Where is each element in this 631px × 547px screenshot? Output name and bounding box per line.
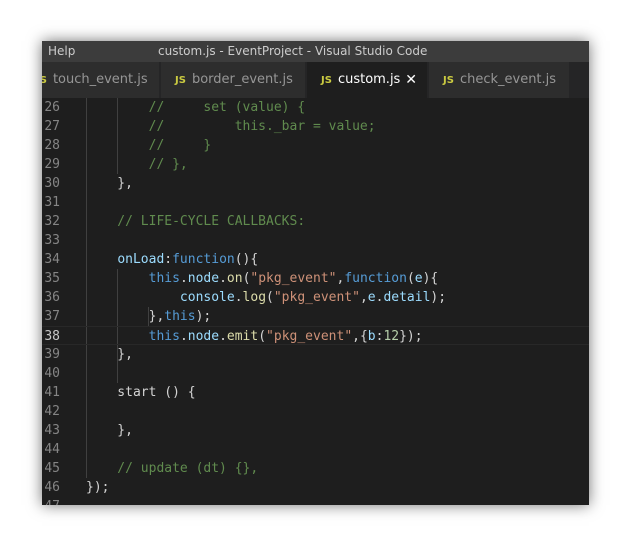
code-line: 28 // }	[42, 136, 589, 155]
line-text: },	[86, 423, 133, 438]
line-number: 30	[44, 176, 60, 191]
line-text: // LIFE-CYCLE CALLBACKS:	[86, 214, 306, 229]
line-text: // },	[86, 157, 188, 172]
js-file-icon: JS	[42, 75, 47, 86]
line-number: 34	[44, 252, 60, 267]
line-text: });	[86, 480, 110, 495]
line-text: onLoad:function(){	[117, 252, 259, 267]
line-number: 32	[44, 214, 60, 229]
code-editor[interactable]: 26 // set (value) { 27 // this._bar = va…	[42, 98, 589, 505]
code-line: 47	[42, 497, 589, 505]
code-line: 34 onLoad:function(){	[42, 250, 589, 269]
menu-help[interactable]: Help	[48, 41, 75, 62]
line-number: 33	[44, 233, 60, 248]
tab-check-event[interactable]: JS check_event.js	[429, 62, 570, 98]
line-number: 46	[44, 480, 60, 495]
code-line: 40	[42, 364, 589, 383]
line-number: 35	[44, 271, 60, 286]
code-line: 31	[42, 193, 589, 212]
code-line: 42	[42, 402, 589, 421]
js-file-icon: JS	[321, 75, 332, 86]
js-file-icon: JS	[443, 75, 454, 86]
line-text: this.node.emit("pkg_event",{b:12});	[148, 329, 423, 344]
line-number: 40	[44, 366, 60, 381]
line-number: 27	[44, 119, 60, 134]
line-number: 43	[44, 423, 60, 438]
code-line: 37 },this);	[42, 307, 589, 326]
line-number: 37	[44, 309, 60, 324]
line-number: 42	[44, 404, 60, 419]
code-line: 36 console.log("pkg_event",e.detail);	[42, 288, 589, 307]
code-line: 32 // LIFE-CYCLE CALLBACKS:	[42, 212, 589, 231]
code-line: 35 this.node.on("pkg_event",function(e){	[42, 269, 589, 288]
tab-custom[interactable]: JS custom.js ✕	[307, 62, 428, 98]
code-line: 41 start () {	[42, 383, 589, 402]
tab-border-event[interactable]: JS border_event.js	[161, 62, 306, 98]
line-text: // this._bar = value;	[86, 119, 376, 134]
code-line: 29 // },	[42, 155, 589, 174]
line-text: },	[86, 347, 133, 362]
line-number: 26	[44, 100, 60, 115]
line-number: 38	[44, 329, 60, 344]
title-bar: Help custom.js - EventProject - Visual S…	[42, 41, 589, 62]
vscode-window: Help custom.js - EventProject - Visual S…	[42, 41, 589, 505]
tab-label: custom.js	[337, 72, 401, 87]
line-text: start () {	[86, 385, 196, 400]
code-line-current: 38 this.node.emit("pkg_event",{b:12});	[42, 326, 589, 345]
code-line: 33	[42, 231, 589, 250]
code-line: 46});	[42, 478, 589, 497]
line-text: // set (value) {	[86, 100, 306, 115]
close-icon[interactable]: ✕	[405, 62, 417, 98]
line-text: },this);	[86, 309, 212, 324]
line-text: },	[86, 176, 133, 191]
line-number: 41	[44, 385, 60, 400]
line-text: // }	[86, 138, 212, 153]
line-text: console.log("pkg_event",e.detail);	[179, 290, 447, 305]
line-number: 29	[44, 157, 60, 172]
tab-label: border_event.js	[191, 72, 293, 87]
line-text: this.node.on("pkg_event",function(e){	[148, 271, 439, 286]
tab-bar: JS touch_event.js JS border_event.js JS cus…	[42, 62, 589, 98]
code-line: 26 // set (value) {	[42, 98, 589, 117]
code-line: 44	[42, 440, 589, 459]
window-title: custom.js - EventProject - Visual Studio…	[158, 44, 428, 58]
line-number: 28	[44, 138, 60, 153]
js-file-icon: JS	[175, 75, 186, 86]
line-number: 39	[44, 347, 60, 362]
code-line: 43 },	[42, 421, 589, 440]
line-text: // update (dt) {},	[86, 461, 259, 476]
line-number: 47	[42, 497, 60, 505]
code-line: 27 // this._bar = value;	[42, 117, 589, 136]
code-line: 45 // update (dt) {},	[42, 459, 589, 478]
line-number: 45	[44, 461, 60, 476]
tab-label: touch_event.js	[52, 72, 148, 87]
line-number: 36	[44, 290, 60, 305]
line-number: 44	[44, 442, 60, 457]
tab-touch-event[interactable]: JS touch_event.js	[42, 62, 160, 98]
code-line: 39 },	[42, 345, 589, 364]
line-number: 31	[44, 195, 60, 210]
code-line: 30 },	[42, 174, 589, 193]
tab-label: check_event.js	[459, 72, 557, 87]
